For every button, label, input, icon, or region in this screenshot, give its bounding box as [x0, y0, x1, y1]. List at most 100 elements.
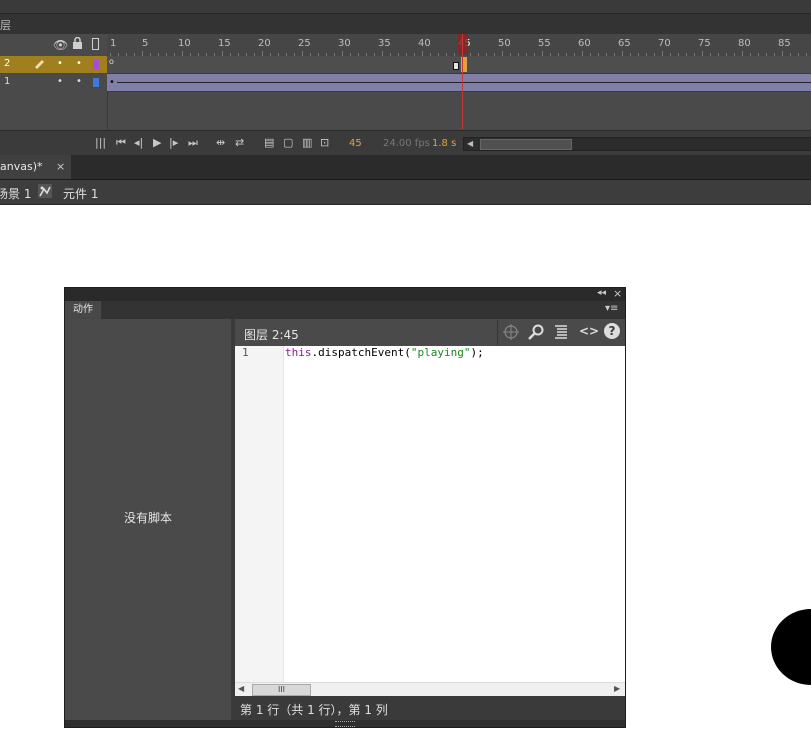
layer-color-swatch[interactable]	[93, 60, 99, 69]
edit-multiple-icon[interactable]: ▥	[302, 136, 312, 149]
scene-crumb[interactable]: 场景 1	[0, 185, 31, 202]
lock-dot[interactable]: •	[76, 58, 82, 69]
status-bar: 第 1 行（共 1 行），第 1 列	[235, 698, 625, 720]
layer-row[interactable]: 2 • •	[0, 56, 107, 73]
no-script-label: 没有脚本	[123, 511, 172, 525]
visibility-dot[interactable]: •	[57, 76, 63, 87]
find-icon[interactable]	[528, 324, 544, 343]
help-icon[interactable]: ?	[604, 323, 620, 339]
document-tab-label: anvas)*	[0, 160, 43, 173]
code-text: .dispatchEvent(	[311, 346, 411, 359]
code-editor[interactable]: 1 this.dispatchEvent("playing");	[235, 346, 625, 682]
format-icon[interactable]	[554, 324, 568, 343]
empty-keyframe[interactable]: o	[109, 57, 114, 66]
elapsed-time[interactable]: 1.8 s	[432, 138, 456, 149]
go-to-last-icon[interactable]: ⏭	[188, 136, 198, 150]
lock-icon[interactable]	[72, 36, 83, 52]
layer-row[interactable]: 1 • •	[0, 74, 107, 91]
scroll-thumb[interactable]	[480, 139, 572, 150]
onion-outline-icon[interactable]: ▢	[283, 136, 293, 149]
ruler-number: 35	[378, 38, 391, 49]
target-icon[interactable]	[503, 324, 519, 343]
resize-grip[interactable]	[65, 720, 625, 727]
ruler-number: 5	[142, 38, 149, 49]
code-string: "playing"	[410, 346, 471, 359]
layer-name: 2	[4, 58, 11, 69]
timeline-hscroll[interactable]: ◀	[463, 137, 811, 151]
ruler-number: 40	[418, 38, 431, 49]
tab-actions[interactable]: 动作	[65, 301, 101, 319]
ruler-number: 60	[578, 38, 591, 49]
pencil-icon	[33, 57, 45, 72]
code-line[interactable]: this.dispatchEvent("playing");	[285, 346, 484, 359]
scroll-left-icon[interactable]: ◀	[467, 139, 473, 148]
ruler-number: 50	[498, 38, 511, 49]
editor-hscroll[interactable]: ◀ III ▶	[235, 682, 625, 696]
timeline-header-fragment: 层	[0, 19, 11, 32]
ruler-number: 1	[110, 38, 117, 49]
timeline-header-bar: 层	[0, 14, 811, 35]
playhead-marker[interactable]	[458, 34, 468, 54]
frame-row-layer-2[interactable]: o	[107, 56, 811, 74]
script-location: 图层 2:45	[244, 328, 299, 342]
script-navigator[interactable]: 没有脚本	[65, 319, 232, 722]
ruler-number: 20	[258, 38, 271, 49]
top-strip	[0, 0, 811, 14]
timeline-controls: ||| ⏮ ◂| ▶ |▸ ⏭ ⇹ ⇄ ▤ ▢ ▥ ⊡ 45 24.00 fps…	[0, 130, 811, 156]
play-icon[interactable]: ▶	[153, 136, 161, 149]
close-icon[interactable]: ×	[613, 287, 622, 300]
center-frame-icon[interactable]: ⇹	[216, 136, 225, 149]
toolbar-divider	[497, 320, 498, 345]
keyframe-end[interactable]	[453, 62, 459, 70]
line-number-gutter: 1	[235, 346, 284, 682]
eye-icon[interactable]: 👁	[53, 38, 68, 52]
frame-rate[interactable]: 24.00 fps	[383, 138, 430, 149]
panel-menu-icon[interactable]: ▾≡	[605, 303, 618, 314]
ruler-number: 70	[658, 38, 671, 49]
ruler-number: 65	[618, 38, 631, 49]
lock-dot[interactable]: •	[76, 76, 82, 87]
empty-frames-area	[107, 92, 811, 130]
script-header: 图层 2:45 <> ?	[235, 319, 625, 346]
code-text-end: );	[470, 346, 484, 359]
document-tab[interactable]: anvas)* ×	[0, 155, 72, 179]
step-back-icon[interactable]: ◂|	[134, 136, 143, 149]
layer-name: 1	[4, 76, 11, 87]
scroll-right-icon[interactable]: ▶	[614, 684, 620, 693]
ruler-number: 25	[298, 38, 311, 49]
collapse-icon[interactable]: ◂◂	[597, 288, 606, 298]
ruler-number: 80	[738, 38, 751, 49]
panel-tab-bar: 动作 ▾≡	[65, 301, 625, 320]
grip-lines	[335, 721, 355, 727]
ruler-number: 75	[698, 38, 711, 49]
scroll-thumb[interactable]: III	[252, 684, 311, 696]
frame-row-layer-1[interactable]: •	[107, 74, 811, 92]
grip-icon[interactable]: |||	[95, 136, 106, 149]
outline-icon[interactable]	[92, 38, 99, 50]
onion-skin-icon[interactable]: ▤	[264, 136, 274, 149]
ruler-number: 30	[338, 38, 351, 49]
visibility-dot[interactable]: •	[57, 58, 63, 69]
ruler-number: 15	[218, 38, 231, 49]
loop-icon[interactable]: ⇄	[235, 136, 244, 149]
cursor-position: 第 1 行（共 1 行），第 1 列	[240, 703, 388, 717]
document-tab-bar: anvas)* ×	[0, 155, 811, 180]
tween-line	[117, 82, 811, 83]
actions-panel: ◂◂ × 动作 ▾≡ 没有脚本 图层 2:45 <> ? 1 this.disp…	[64, 287, 626, 728]
playhead-line[interactable]	[462, 34, 463, 129]
code-keyword: this	[285, 346, 312, 359]
keyframe-dot[interactable]: •	[109, 77, 115, 88]
modify-markers-icon[interactable]: ⊡	[320, 136, 329, 149]
ruler-number: 10	[178, 38, 191, 49]
go-to-first-icon[interactable]: ⏮	[116, 136, 126, 150]
code-snippet-icon[interactable]: <>	[579, 324, 599, 338]
line-number: 1	[242, 346, 249, 359]
step-forward-icon[interactable]: |▸	[169, 136, 178, 149]
layer-color-swatch[interactable]	[93, 78, 99, 87]
close-icon[interactable]: ×	[56, 160, 65, 173]
ruler-number: 85	[778, 38, 791, 49]
symbol-crumb[interactable]: 元件 1	[63, 185, 98, 202]
current-frame[interactable]: 45	[349, 138, 362, 149]
scroll-left-icon[interactable]: ◀	[238, 684, 244, 693]
panel-title-bar[interactable]: ◂◂ ×	[65, 287, 625, 301]
